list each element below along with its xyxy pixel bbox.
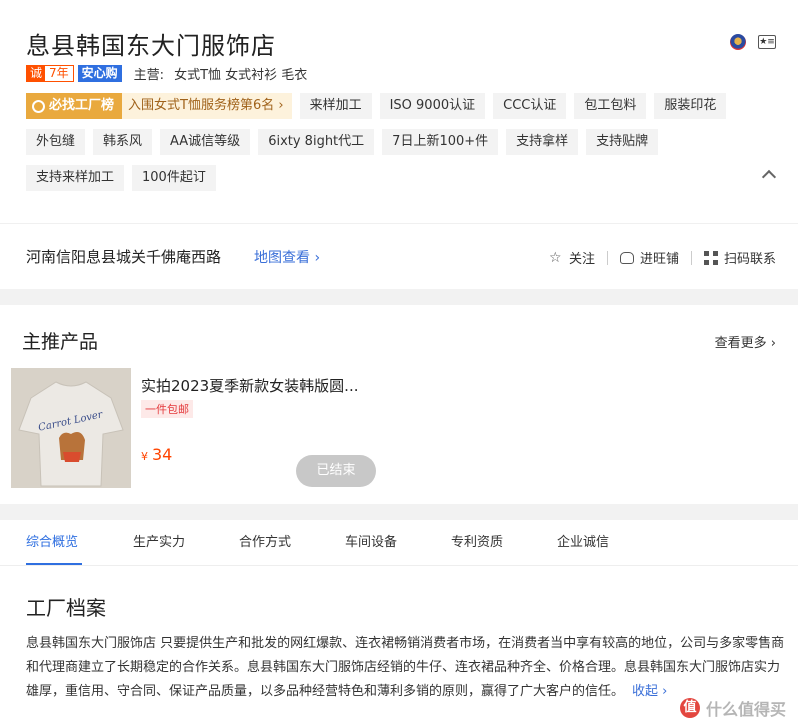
factory-rank-detail: 入围女式T恤服务榜第6名 › (122, 93, 292, 119)
shop-actions: ☆ 关注 进旺铺 扫码联系 (549, 248, 776, 267)
business-card-icon[interactable]: ★≡ (758, 35, 776, 49)
tag-row-1: 必找工厂榜 入围女式T恤服务榜第6名 › 来样加工 ISO 9000认证 CCC… (26, 93, 766, 119)
qr-code-icon (703, 250, 718, 265)
integrity-label: 诚 (27, 66, 46, 81)
tshirt-image: Carrot Lover (11, 368, 131, 488)
star-icon: ☆ (548, 249, 562, 266)
divider (690, 250, 692, 265)
service-tag: 6ixty 8ight代工 (258, 129, 375, 155)
watermark-logo: 值 (679, 698, 700, 718)
currency-symbol: ¥ (141, 450, 148, 463)
follow-button[interactable]: ☆ 关注 (548, 248, 595, 268)
shop-meta: 诚 7年 安心购 主营: 女式T恤 女式衬衫 毛衣 (26, 64, 307, 83)
service-tag: 7日上新100+件 (382, 129, 499, 155)
free-shipping-badge: 一件包邮 (141, 400, 193, 418)
tag-row-2: 外包缝 韩系风 AA诚信等级 6ixty 8ight代工 7日上新100+件 支… (26, 129, 766, 155)
service-tag: 100件起订 (132, 165, 216, 191)
service-tag: 支持拿样 (506, 129, 579, 155)
tab-cooperation[interactable]: 合作方式 (212, 520, 318, 565)
product-image[interactable]: Carrot Lover (11, 368, 131, 488)
section-title: 主推产品 (22, 331, 99, 353)
featured-products: 主推产品 查看更多 › Carrot Lover 实拍2023夏季新款女装韩版圆… (0, 305, 798, 504)
scan-contact-button[interactable]: 扫码联系 (703, 248, 776, 267)
see-more-link[interactable]: 查看更多 › (715, 332, 776, 351)
shop-address: 河南信阳息县城关千佛庵西路 (26, 248, 222, 266)
divider (606, 250, 608, 265)
factory-rank-tag[interactable]: 必找工厂榜 入围女式T恤服务榜第6名 › (26, 93, 292, 119)
scan-contact-label: 扫码联系 (723, 252, 776, 267)
service-tag: AA诚信等级 (160, 129, 251, 155)
tab-overview[interactable]: 综合概览 (0, 520, 106, 565)
shop-title: 息县韩国东大门服饰店 (26, 32, 276, 60)
archive-title: 工厂档案 (26, 596, 106, 620)
anxin-badge[interactable]: 安心购 (77, 65, 122, 82)
service-tag: 包工包料 (574, 93, 647, 119)
tab-patents[interactable]: 专利资质 (424, 520, 530, 565)
follow-label: 关注 (568, 252, 595, 267)
integrity-badge[interactable]: 诚 7年 (26, 65, 74, 82)
address-bar: 河南信阳息县城关千佛庵西路 地图查看 › ☆ 关注 进旺铺 扫码联系 (0, 223, 798, 289)
service-tag: CCC认证 (493, 93, 567, 119)
watermark: 值 什么值得买 (679, 696, 786, 720)
enter-shop-button[interactable]: 进旺铺 (619, 248, 679, 267)
service-tag: 支持来样加工 (26, 165, 125, 191)
tab-equipment[interactable]: 车间设备 (318, 520, 424, 565)
detail-section: 综合概览 生产实力 合作方式 车间设备 专利资质 企业诚信 工厂档案 息县韩国东… (0, 520, 798, 724)
factory-badge-icon (32, 99, 45, 113)
shop-header: 息县韩国东大门服饰店 ★≡ 诚 7年 安心购 主营: 女式T恤 女式衬衫 毛衣 … (0, 0, 798, 223)
top-icons: ★≡ (730, 34, 776, 50)
collapse-link[interactable]: 收起 › (632, 684, 667, 699)
wangwang-icon (619, 251, 634, 264)
product-name[interactable]: 实拍2023夏季新款女装韩版圆... (141, 375, 358, 396)
ended-status-button[interactable]: 已结束 (296, 455, 376, 487)
police-badge-icon[interactable] (730, 34, 746, 50)
archive-text: 息县韩国东大门服饰店 只要提供生产和批发的网红爆款、连衣裙畅销消费者市场，在消费… (26, 636, 785, 699)
service-tag: 外包缝 (26, 129, 86, 155)
tag-list: 必找工厂榜 入围女式T恤服务榜第6名 › 来样加工 ISO 9000认证 CCC… (26, 93, 766, 201)
main-business-label: 主营: (133, 68, 165, 83)
integrity-years: 7年 (49, 66, 69, 80)
price-value: 34 (152, 445, 173, 464)
detail-tabs: 综合概览 生产实力 合作方式 车间设备 专利资质 企业诚信 (0, 520, 798, 566)
main-business-value: 女式T恤 女式衬衫 毛衣 (174, 68, 308, 83)
service-tag: 韩系风 (93, 129, 153, 155)
map-view-link[interactable]: 地图查看 › (254, 247, 320, 267)
enter-shop-label: 进旺铺 (639, 252, 679, 267)
archive-description: 息县韩国东大门服饰店 只要提供生产和批发的网红爆款、连衣裙畅销消费者市场，在消费… (26, 632, 786, 704)
service-tag: 支持贴牌 (586, 129, 659, 155)
watermark-text: 什么值得买 (705, 700, 786, 719)
tab-production[interactable]: 生产实力 (106, 520, 212, 565)
product-price: ¥34 (141, 445, 172, 464)
factory-rank-left: 必找工厂榜 (26, 93, 123, 119)
factory-rank-label: 必找工厂榜 (49, 98, 115, 113)
service-tag: 服装印花 (654, 93, 727, 119)
service-tag: 来样加工 (299, 93, 372, 119)
tag-row-3: 支持来样加工 100件起订 (26, 165, 766, 191)
service-tag: ISO 9000认证 (379, 93, 486, 119)
tab-integrity[interactable]: 企业诚信 (530, 520, 636, 565)
